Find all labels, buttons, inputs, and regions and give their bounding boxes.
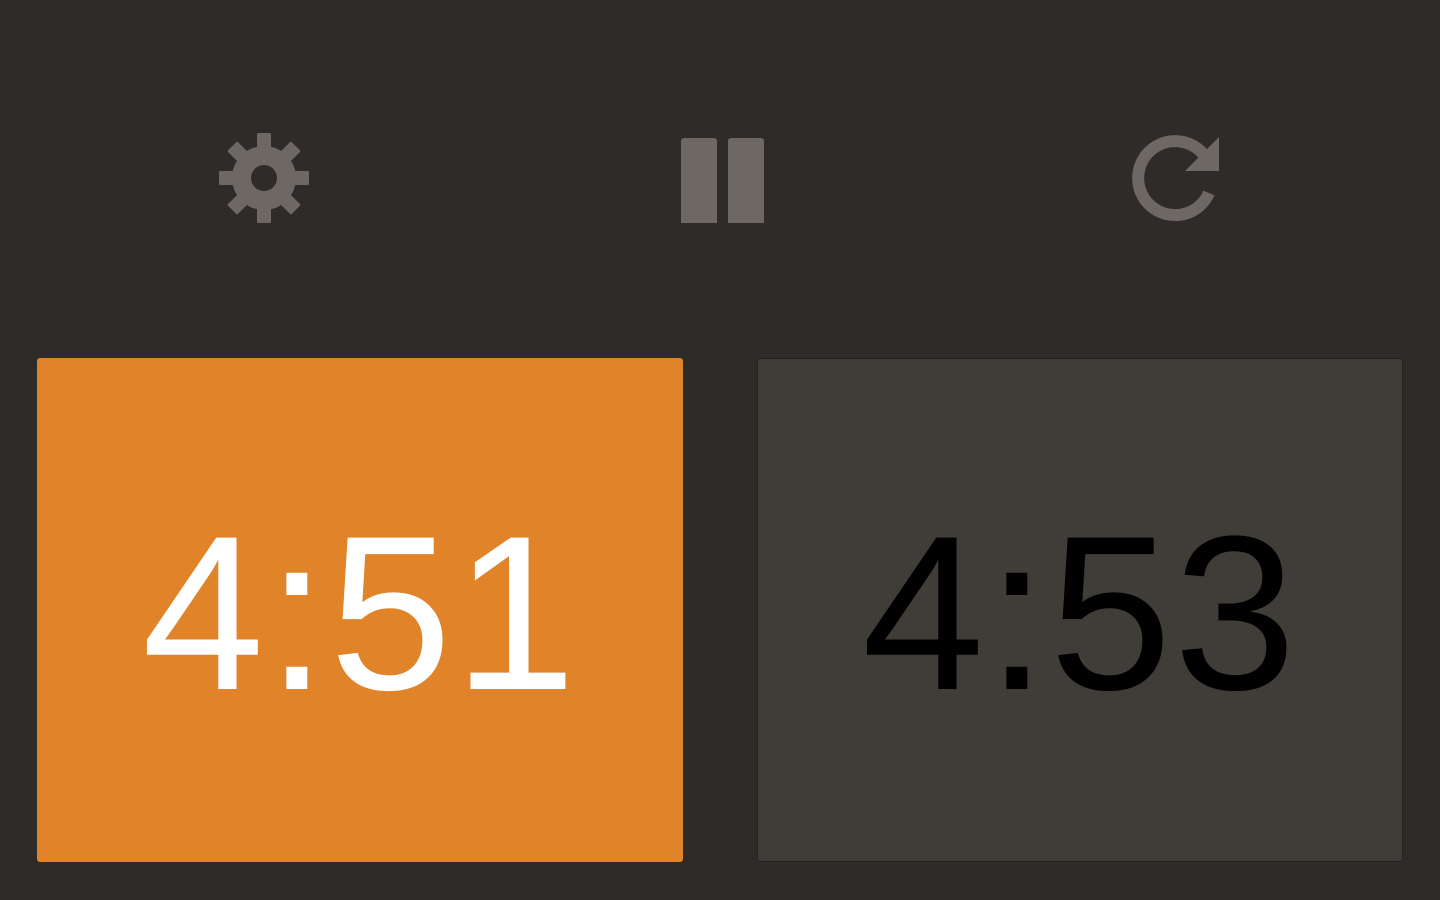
player-two-time: 4:53 [861,490,1299,736]
reset-icon [1132,135,1219,222]
gear-icon [219,133,309,223]
player-one-clock[interactable]: 4:51 [37,358,683,862]
toolbar [0,0,1440,358]
pause-icon [681,137,764,223]
player-two-clock[interactable]: 4:53 [757,358,1403,862]
reset-button[interactable] [1126,128,1226,228]
pause-button[interactable] [670,128,770,228]
chess-clock-app: 4:51 4:53 [0,0,1440,900]
player-one-time: 4:51 [141,490,579,736]
settings-button[interactable] [214,128,314,228]
